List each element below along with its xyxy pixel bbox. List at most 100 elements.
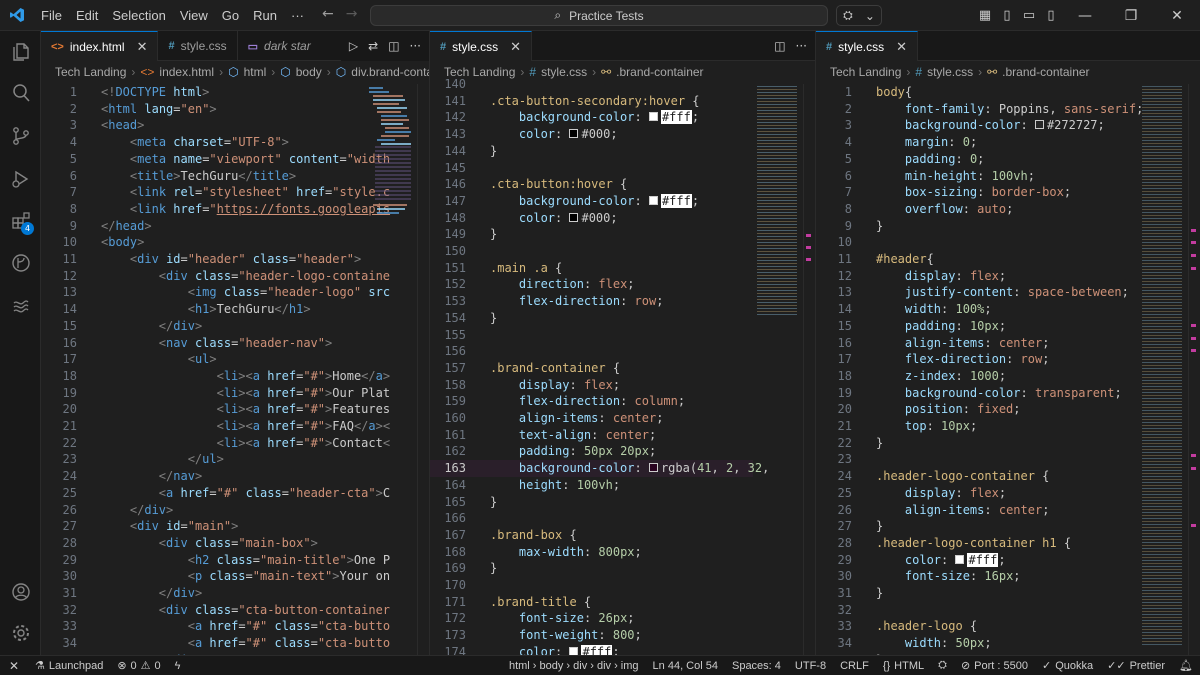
prettier-status[interactable]: ✓✓ Prettier [1100,659,1172,673]
vscode-logo-icon [0,0,34,31]
element-icon: ⬡ [280,65,291,79]
vertical-scrollbar[interactable] [417,84,429,655]
problems-indicator[interactable]: ⊗ 0 ⚠ 0 [110,659,167,673]
menu-selection[interactable]: Selection [105,8,172,23]
copilot-button[interactable]: ⛭ ⌄ [836,5,882,26]
menu-file[interactable]: File [34,8,69,23]
breadcrumb-item[interactable]: Tech Landing [55,65,126,79]
line-ending[interactable]: CRLF [833,660,876,672]
braces-icon: {} [882,659,891,672]
search-icon[interactable] [0,73,41,113]
split-editor-icon[interactable]: ◫ [388,39,399,53]
warning-icon: ⚠ [140,660,151,672]
element-icon: ⬡ [335,65,347,79]
vertical-scrollbar[interactable] [1188,84,1200,655]
source-control-icon[interactable] [0,116,41,156]
encoding[interactable]: UTF-8 [788,660,833,672]
copilot-icon: ⛭ [843,8,853,22]
menu-bar: File Edit Selection View Go Run ··· [34,8,311,23]
quokka-label: Quokka [1055,659,1094,672]
settings-gear-icon[interactable] [0,613,41,653]
tab-label: style.css [838,39,885,54]
tab-dark-star[interactable]: ▭ dark star [238,31,321,61]
vertical-scrollbar[interactable] [803,84,815,655]
element-icon: ⬡ [228,65,239,79]
html-file-icon: <> [51,40,64,53]
menu-view[interactable]: View [173,8,215,23]
breadcrumb-item[interactable]: div.brand-conta [351,65,429,79]
close-icon[interactable]: ✕ [510,39,521,55]
check-icon: ✓ [1041,660,1052,672]
minimap[interactable] [367,84,417,655]
breadcrumb-item[interactable]: index.html [159,65,214,79]
back-arrow-icon[interactable]: ← [322,6,334,22]
close-icon[interactable]: ✕ [137,39,148,55]
command-center-label: Practice Tests [569,8,644,23]
tab-style-css[interactable]: # style.css [158,31,238,61]
more-actions-icon[interactable]: ··· [410,39,421,53]
compare-icon[interactable]: ⇄ [368,39,378,53]
menu-more[interactable]: ··· [284,8,311,23]
language-mode[interactable]: {} HTML [876,660,931,672]
indentation[interactable]: Spaces: 4 [725,660,788,672]
warning-count: 0 [154,659,161,672]
customize-layout-icon[interactable]: ▦ [974,8,996,23]
explorer-icon[interactable] [0,32,41,72]
menu-go[interactable]: Go [215,8,246,23]
breadcrumb-item[interactable]: body [296,65,322,79]
breadcrumb-item[interactable]: Tech Landing [830,65,901,79]
launchpad-label: Launchpad [48,659,104,672]
element-path[interactable]: html › body › div › div › img [502,660,646,672]
language-label: HTML [894,659,925,672]
breadcrumb-item[interactable]: html [244,65,267,79]
toggle-panel-icon[interactable]: ▭ [1018,8,1040,23]
cursor-position[interactable]: Ln 44, Col 54 [646,660,725,672]
extensions-icon[interactable]: 4 [0,201,41,241]
remote-indicator-icon[interactable]: ✕ [0,656,28,675]
split-editor-icon[interactable]: ◫ [774,39,785,53]
css-file-icon: # [440,40,447,53]
live-server-port[interactable]: ⊘ Port : 5500 [954,659,1035,673]
status-bar: ✕ ⚗ Launchpad ⊗ 0 ⚠ 0 ϟ html › body › di… [0,655,1200,675]
quokka-status[interactable]: ✓ Quokka [1035,659,1100,673]
toggle-sidebar-icon[interactable]: ▯ [996,8,1018,23]
selector-icon: ⚯ [987,65,998,79]
code-editor[interactable]: 1 <!DOCTYPE html> 2 <html lang="en"> 3 <hea… [41,84,391,655]
forward-arrow-icon[interactable]: → [346,6,358,22]
tab-bar: <> index.html ✕ # style.css ▭ dark star … [41,31,429,61]
run-debug-icon[interactable] [0,159,41,199]
css-file-icon: # [168,40,175,52]
notifications-bell-icon[interactable]: 🔔︎ [1172,659,1200,672]
breadcrumb-item[interactable]: .brand-container [1002,65,1089,79]
launchpad-button[interactable]: ⚗ Launchpad [28,659,110,673]
minimize-icon[interactable]: — [1062,8,1108,24]
tab-style-css[interactable]: # style.css ✕ [816,31,919,61]
command-center-search[interactable]: ⌕ Practice Tests [370,5,828,26]
code-editor[interactable]: 140 141 .cta-button-secondary:hover { 142… [430,77,769,655]
error-icon: ⊗ [117,660,127,672]
minimap[interactable] [753,84,803,655]
tab-style-css[interactable]: # style.css ✕ [430,31,533,61]
close-window-icon[interactable]: ✕ [1154,8,1200,24]
tab-index-html[interactable]: <> index.html ✕ [41,31,159,61]
restore-icon[interactable]: ❐ [1108,8,1154,24]
menu-run[interactable]: Run [246,8,284,23]
extensions-badge: 4 [21,222,34,235]
double-check-icon: ✓✓ [1107,660,1126,672]
git-graph-icon[interactable] [0,243,41,283]
toggle-secondary-sidebar-icon[interactable]: ▯ [1040,8,1062,23]
css-file-icon: # [826,40,833,53]
code-editor[interactable]: 1 body{ 2 font-family: Poppins, sans-seri… [816,84,1144,655]
minimap[interactable] [1138,84,1188,655]
search-icon: ⌕ [554,8,562,22]
menu-edit[interactable]: Edit [69,8,105,23]
live-share-icon[interactable] [0,286,41,326]
close-icon[interactable]: ✕ [896,39,907,55]
tab-label: dark star [264,39,311,53]
run-icon[interactable]: ▷ [349,39,358,53]
lightning-icon[interactable]: ϟ [168,660,188,672]
more-actions-icon[interactable]: ··· [796,39,807,53]
account-icon[interactable] [0,572,41,612]
breadcrumb-item[interactable]: style.css [927,65,973,79]
copilot-status-icon[interactable]: ⛭ [931,659,954,672]
